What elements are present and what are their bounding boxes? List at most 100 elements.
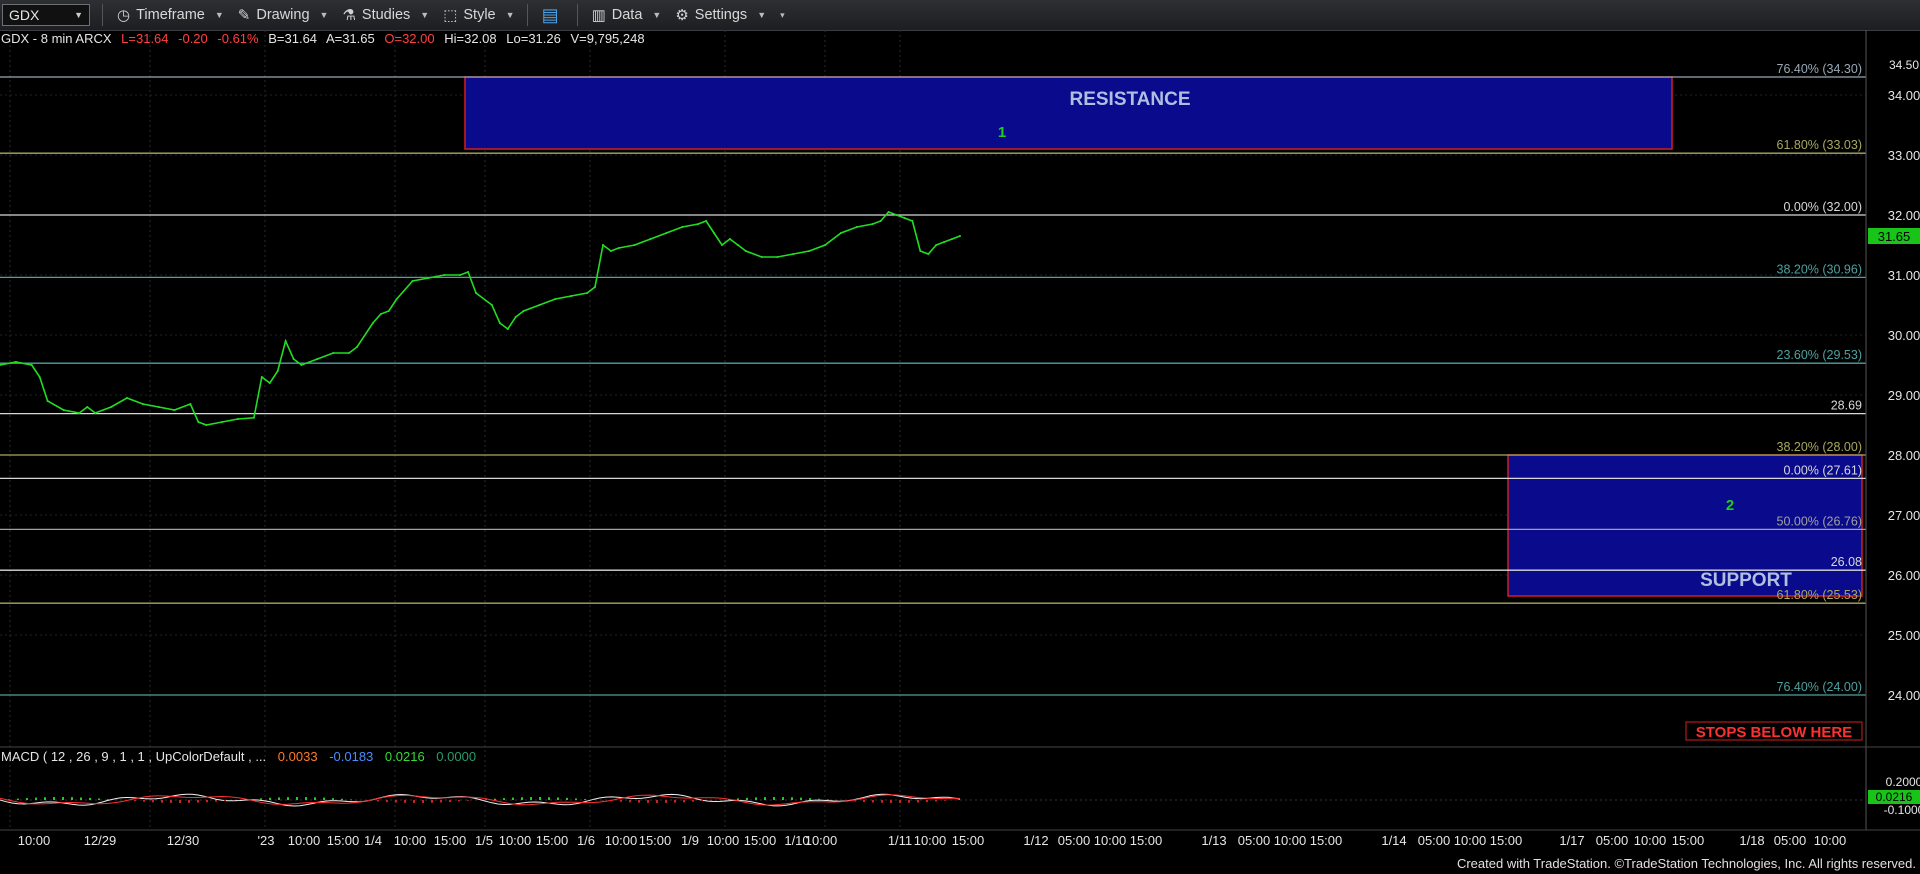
price-point — [927, 253, 930, 255]
zones-layer — [464, 76, 1863, 597]
x-tick-label: 15:00 — [639, 833, 672, 848]
price-point — [475, 292, 478, 294]
x-tick-label: 05:00 — [1058, 833, 1091, 848]
x-tick-label: 10:00 — [1634, 833, 1667, 848]
price-point — [62, 409, 65, 411]
price-point — [221, 421, 224, 423]
footer-credit: Created with TradeStation. ©TradeStation… — [1456, 856, 1916, 871]
price-point — [78, 412, 81, 414]
y-tick-label: 24.00 — [1888, 688, 1920, 703]
price-point — [633, 244, 636, 246]
price-point — [86, 406, 89, 408]
price-point — [276, 370, 279, 372]
x-tick-label: 15:00 — [744, 833, 777, 848]
level-label: 61.80% (33.03) — [1777, 138, 1862, 152]
price-point — [125, 397, 128, 399]
price-point — [935, 244, 938, 246]
price-point — [824, 244, 827, 246]
macd-value-1: 0.0033 — [278, 749, 318, 764]
x-tick-label: 10:00 — [1454, 833, 1487, 848]
y-tick-label: 25.00 — [1888, 628, 1920, 643]
macd-header: MACD ( 12 , 26 , 9 , 1 , 1 , UpColorDefa… — [1, 749, 476, 764]
price-point — [538, 304, 541, 306]
y-tick-label: 32.00 — [1888, 208, 1920, 223]
wave-marker: 2 — [1726, 497, 1734, 514]
x-tick-label: 10:00 — [605, 833, 638, 848]
x-tick-label: 1/4 — [364, 833, 382, 848]
chart-area[interactable]: 76.40% (34.30) 61.80% (33.03) 0.00% (32.00… — [0, 0, 1920, 874]
price-point — [427, 277, 430, 279]
macd-value-4: 0.0000 — [436, 749, 476, 764]
price-point — [46, 400, 49, 402]
price-axis[interactable]: 34.00 33.00 32.00 31.00 30.00 29.00 28.00 27.00… — [1865, 30, 1920, 830]
price-point — [943, 241, 946, 243]
price-point — [522, 310, 525, 312]
y-tick-label: 27.00 — [1888, 508, 1920, 523]
price-point — [490, 304, 493, 306]
price-point — [792, 253, 795, 255]
x-tick-label: 12/30 — [167, 833, 200, 848]
price-point — [379, 313, 382, 315]
price-point — [30, 364, 33, 366]
price-point — [744, 250, 747, 252]
x-tick-label: 1/6 — [577, 833, 595, 848]
price-point — [498, 322, 501, 324]
header-change: -0.20 — [178, 31, 208, 46]
zone-label-support: SUPPORT — [1700, 570, 1792, 591]
price-point — [887, 211, 890, 213]
y-tick-label: 26.00 — [1888, 568, 1920, 583]
x-tick-label: 10:00 — [18, 833, 51, 848]
zone-label-resistance: RESISTANCE — [1069, 89, 1190, 110]
x-tick-label: 1/13 — [1201, 833, 1226, 848]
x-tick-label: 15:00 — [1672, 833, 1705, 848]
price-point — [332, 352, 335, 354]
price-point — [387, 310, 390, 312]
price-point — [609, 250, 612, 252]
x-tick-label: 1/14 — [1381, 833, 1406, 848]
zone-labels-layer: RESISTANCE 1 SUPPORT 2 STOPS BELOW HERE — [998, 89, 1863, 741]
price-point — [720, 244, 723, 246]
stops-label: STOPS BELOW HERE — [1696, 724, 1852, 741]
price-point — [728, 238, 731, 240]
x-tick-label: 10:00 — [707, 833, 740, 848]
level-label: 26.08 — [1831, 555, 1862, 569]
header-bid: B=31.64 — [268, 31, 317, 46]
price-point — [713, 232, 716, 234]
x-tick-label: 05:00 — [1418, 833, 1451, 848]
y-tick-label: 29.00 — [1888, 388, 1920, 403]
y-tick-label: 31.00 — [1888, 268, 1920, 283]
level-label: 23.60% (29.53) — [1777, 348, 1862, 362]
level-label: 38.20% (30.96) — [1777, 262, 1862, 276]
price-point — [681, 226, 684, 228]
level-label: 0.00% (27.61) — [1783, 463, 1862, 477]
price-point — [951, 238, 954, 240]
price-point — [38, 376, 41, 378]
price-point — [903, 217, 906, 219]
x-tick-label: 10:00 — [914, 833, 947, 848]
x-tick-label: 1/17 — [1559, 833, 1584, 848]
y-tick-label: 33.00 — [1888, 148, 1920, 163]
price-point — [252, 416, 255, 419]
chart-header: GDX - 8 min ARCX L=31.64 -0.20 -0.61% B=… — [1, 31, 645, 46]
header-last: L=31.64 — [121, 31, 168, 46]
level-label: 28.69 — [1831, 399, 1862, 413]
x-tick-label: 15:00 — [1490, 833, 1523, 848]
price-point — [237, 418, 240, 420]
price-point — [911, 220, 914, 222]
x-tick-label: 10:00 — [288, 833, 321, 848]
level-label: 38.20% (28.00) — [1777, 440, 1862, 454]
time-axis[interactable]: 10:00 12/29 12/30'23 10:00 15:00 1/4 10:00 15:0… — [0, 829, 1920, 848]
price-point — [697, 223, 700, 225]
price-point — [959, 235, 961, 237]
x-tick-label: 05:00 — [1774, 833, 1807, 848]
current-price-value: 31.65 — [1878, 229, 1911, 244]
price-point — [395, 298, 398, 300]
macd-tick: -0.1000 — [1884, 803, 1920, 817]
price-point — [411, 280, 414, 282]
x-tick-label: 15:00 — [434, 833, 467, 848]
price-point — [760, 256, 763, 258]
price-point — [570, 295, 573, 297]
price-point — [736, 244, 739, 246]
price-point — [586, 292, 589, 294]
x-tick-label: 10:00 — [499, 833, 532, 848]
